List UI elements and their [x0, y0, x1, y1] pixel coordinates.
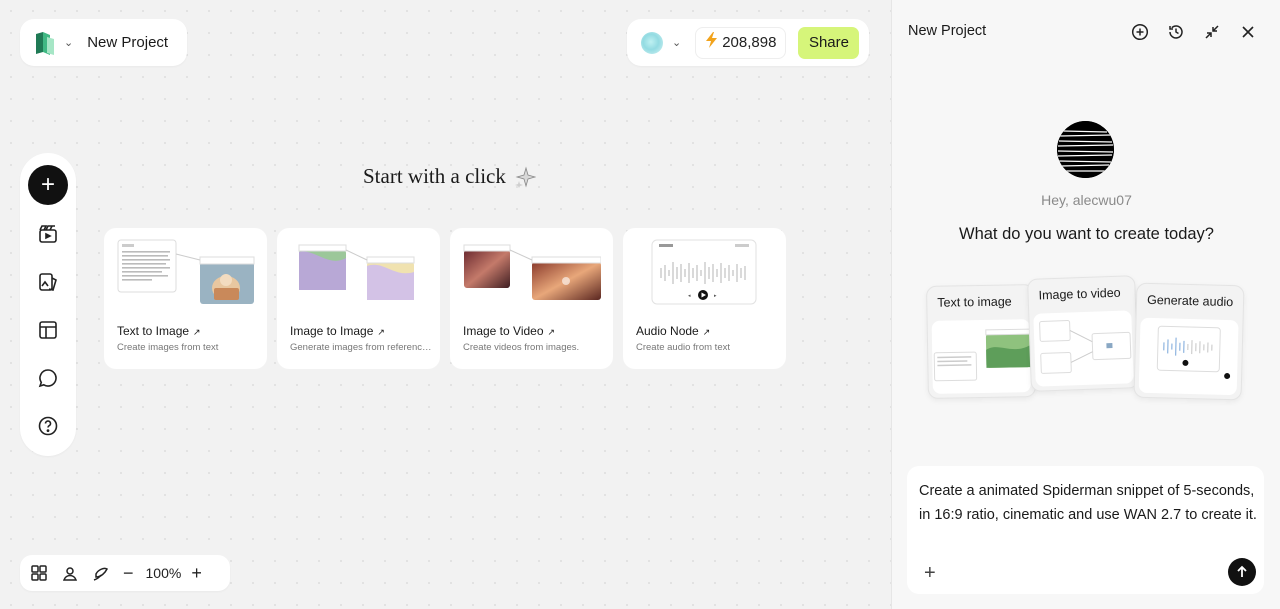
history-icon[interactable]	[1167, 23, 1185, 41]
user-orb-avatar[interactable]	[641, 31, 663, 54]
lightning-icon	[705, 32, 718, 53]
chevron-down-icon[interactable]: ⌄	[64, 36, 73, 49]
close-icon[interactable]	[1239, 23, 1257, 41]
image-to-video-preview	[463, 244, 601, 300]
card-desc: Create images from text	[117, 342, 219, 353]
image-assets-icon[interactable]	[37, 271, 59, 293]
feature-label: Text to image	[937, 294, 1012, 310]
prompt-question: What do you want to create today?	[959, 225, 1214, 243]
credits-badge[interactable]: 208,898	[695, 26, 787, 59]
left-tool-rail: +	[20, 153, 76, 456]
feature-preview	[1033, 310, 1134, 387]
card-image-to-image[interactable]: Image to Image ↗ Generate images from ref…	[277, 228, 440, 369]
feature-card-generate-audio[interactable]: Generate audio	[1133, 282, 1245, 401]
card-title: Image to Video ↗	[463, 324, 556, 338]
card-audio-node[interactable]: ◂ ▸ Audio Node ↗ Create audio from text	[623, 228, 786, 369]
project-switcher[interactable]: ⌄ New Project	[20, 19, 187, 66]
feature-card-text-to-image[interactable]: Text to image	[926, 284, 1036, 399]
grid-layout-icon[interactable]	[30, 564, 48, 582]
arrow-up-right-icon: ↗	[193, 327, 201, 337]
image-to-image-preview	[298, 244, 415, 300]
arrow-up-right-icon: ↗	[547, 327, 556, 337]
card-title: Image to Image ↗	[290, 324, 385, 338]
arrow-up-icon	[1237, 565, 1247, 577]
card-image-to-video[interactable]: Image to Video ↗ Create videos from image…	[450, 228, 613, 369]
collapse-icon[interactable]	[1203, 23, 1221, 41]
feature-card-image-to-video[interactable]: Image to video	[1027, 275, 1139, 392]
brush-link-icon[interactable]	[92, 564, 110, 582]
share-button[interactable]: Share	[798, 26, 860, 59]
project-name[interactable]: New Project	[87, 34, 168, 51]
avatar	[1057, 121, 1114, 178]
credits-count: 208,898	[722, 34, 777, 51]
start-heading-text: Start with a click	[363, 164, 506, 188]
chat-bubble-icon[interactable]	[37, 367, 59, 389]
feature-label: Image to video	[1038, 285, 1121, 303]
layout-template-icon[interactable]	[37, 319, 59, 341]
start-heading: Start with a click	[363, 164, 536, 189]
send-button[interactable]	[1228, 558, 1256, 586]
card-text-to-image[interactable]: Text to Image ↗ Create images from text	[104, 228, 267, 369]
card-desc: Create videos from images.	[463, 342, 580, 353]
chat-message-text[interactable]: Create a animated Spiderman snippet of 5…	[919, 479, 1259, 527]
card-title: Text to Image ↗	[117, 324, 201, 338]
card-title: Audio Node ↗	[636, 324, 711, 338]
chat-input[interactable]: Create a animated Spiderman snippet of 5…	[907, 466, 1264, 594]
chat-panel: New Project Hey, alecwu07 What do you wa…	[891, 0, 1280, 609]
feature-preview	[1138, 317, 1239, 396]
canvas[interactable]: ⌄ New Project ⌄ 208,898 Share + Start wi…	[0, 0, 891, 609]
audio-node-preview: ◂ ▸	[651, 239, 757, 305]
user-pin-icon[interactable]	[61, 564, 79, 582]
app-logo-icon	[34, 30, 56, 56]
zoom-toolbar: − 100% +	[20, 555, 230, 591]
zoom-level: 100%	[145, 565, 182, 581]
feature-preview	[931, 319, 1031, 394]
new-chat-plus-icon[interactable]	[1131, 23, 1149, 41]
zoom-in-button[interactable]: +	[191, 563, 202, 584]
arrow-up-right-icon: ↗	[702, 327, 711, 337]
clapperboard-icon[interactable]	[37, 223, 59, 245]
greeting: Hey, alecwu07	[1041, 192, 1132, 208]
feature-label: Generate audio	[1146, 292, 1234, 310]
zoom-out-button[interactable]: −	[123, 563, 134, 584]
chevron-down-icon[interactable]: ⌄	[672, 36, 681, 49]
help-icon[interactable]	[37, 415, 59, 437]
text-to-image-preview	[117, 239, 255, 304]
sparkle-icon	[514, 166, 536, 188]
card-desc: Create audio from text	[636, 342, 730, 353]
add-node-button[interactable]: +	[28, 165, 68, 205]
card-desc: Generate images from reference i...	[290, 342, 432, 353]
attach-plus-icon[interactable]: +	[924, 563, 936, 583]
panel-title: New Project	[908, 23, 987, 39]
arrow-up-right-icon: ↗	[377, 327, 385, 337]
top-toolbar: ⌄ 208,898 Share	[627, 19, 869, 66]
